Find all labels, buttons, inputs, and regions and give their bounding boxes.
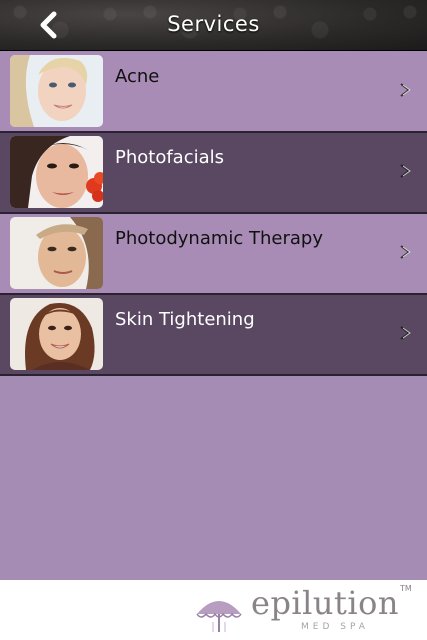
umbrella-icon <box>196 601 242 632</box>
service-label: Photofacials <box>115 147 225 168</box>
service-thumbnail <box>10 217 103 289</box>
chevron-right-icon <box>400 83 411 97</box>
page-title: Services <box>167 12 260 36</box>
brand-logo: epilution MED SPA TM <box>193 584 423 638</box>
service-label: Acne <box>115 66 160 87</box>
list-item-photodynamic-therapy[interactable]: Photodynamic Therapy <box>0 214 427 295</box>
chevron-right-icon <box>400 245 411 259</box>
header-bar: Services <box>0 0 427 51</box>
service-thumbnail <box>10 136 103 208</box>
service-label: Photodynamic Therapy <box>115 228 324 249</box>
logo-trademark: TM <box>400 584 412 593</box>
chevron-right-icon <box>400 326 411 340</box>
service-label: Skin Tightening <box>115 309 255 330</box>
service-thumbnail <box>10 55 103 127</box>
logo-subtitle: MED SPA <box>301 622 369 632</box>
chevron-right-icon <box>400 164 411 178</box>
footer: epilution MED SPA TM <box>0 580 427 640</box>
service-thumbnail <box>10 298 103 370</box>
list-item-skin-tightening[interactable]: Skin Tightening <box>0 295 427 376</box>
services-list: Acne Photofacials Photodynamic Therapy S… <box>0 52 427 376</box>
list-item-photofacials[interactable]: Photofacials <box>0 133 427 214</box>
list-item-acne[interactable]: Acne <box>0 52 427 133</box>
logo-wordmark: epilution <box>251 584 399 622</box>
